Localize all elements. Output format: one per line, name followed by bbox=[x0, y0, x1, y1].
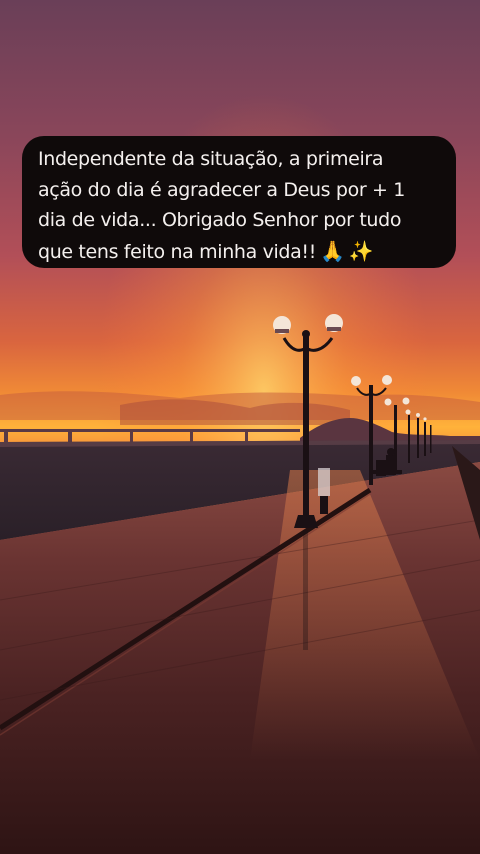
caption-card: Independente da situação, a primeira açã… bbox=[22, 136, 456, 268]
praying-hands-icon: 🙏 bbox=[319, 238, 345, 263]
caption-line-3: dia de vida... Obrigado Senhor por tudo bbox=[38, 209, 402, 231]
story-screen: Independente da situação, a primeira açã… bbox=[0, 0, 480, 854]
sparkles-icon: ✨ bbox=[348, 238, 374, 263]
caption-line-4: que tens feito na minha vida!! 🙏 ✨ bbox=[38, 236, 442, 267]
caption-line-4-text: que tens feito na minha vida!! bbox=[38, 240, 316, 263]
caption-line-1: Independente da situação, a primeira bbox=[38, 148, 384, 170]
caption-line-2: ação do dia é agradecer a Deus por + 1 bbox=[38, 178, 406, 201]
sunset-promenade-photo bbox=[0, 0, 480, 854]
